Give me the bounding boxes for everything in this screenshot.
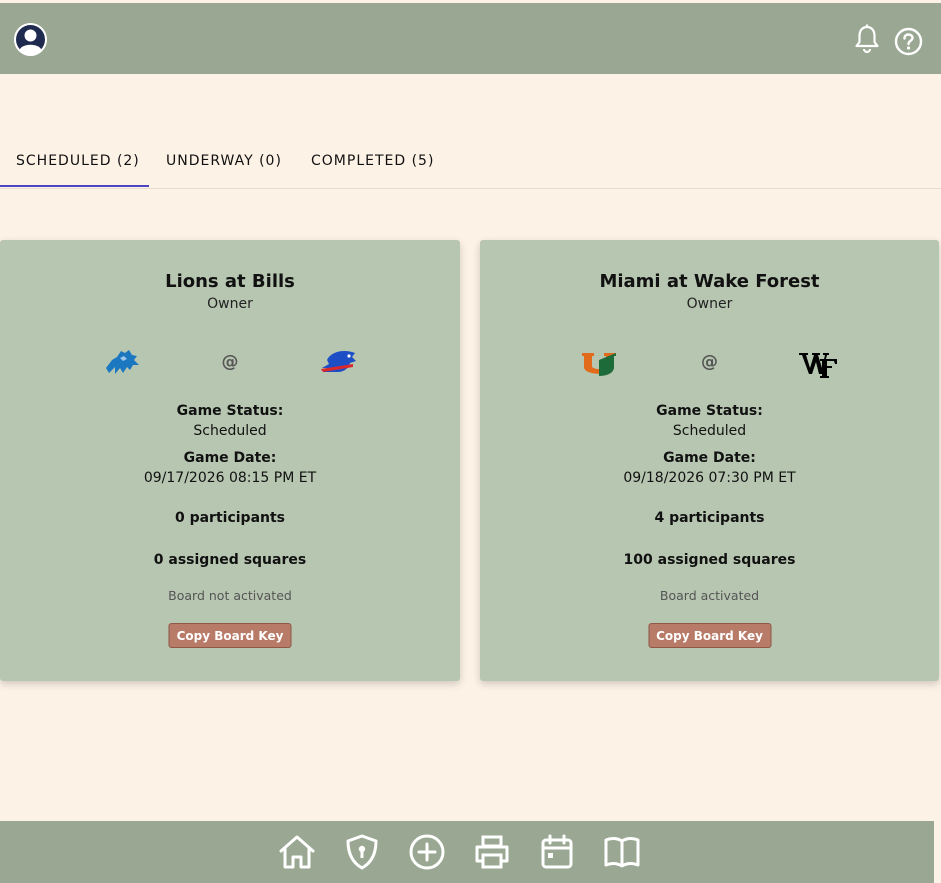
- book-icon[interactable]: [602, 832, 642, 872]
- copy-board-key-button[interactable]: Copy Board Key: [168, 623, 292, 648]
- game-role: Owner: [686, 296, 733, 312]
- copy-board-key-button[interactable]: Copy Board Key: [648, 623, 771, 648]
- game-status-label: Game Status:: [656, 403, 763, 419]
- tab-scheduled[interactable]: SCHEDULED (2): [0, 138, 149, 187]
- game-status-label: Game Status:: [176, 403, 284, 419]
- game-date-label: Game Date:: [663, 450, 756, 466]
- shield-icon[interactable]: [342, 832, 382, 872]
- game-date-label: Game Date:: [183, 450, 277, 466]
- bell-icon[interactable]: [853, 24, 881, 54]
- board-activation-status: Board not activated: [168, 588, 292, 603]
- game-status-value: Scheduled: [193, 423, 267, 439]
- game-card[interactable]: Lions at Bills Owner @ Game Status: Sche…: [0, 240, 460, 681]
- game-title: Miami at Wake Forest: [599, 271, 820, 292]
- participants-count: 0 participants: [174, 510, 286, 526]
- assigned-squares-count: 100 assigned squares: [623, 552, 796, 568]
- game-card[interactable]: Miami at Wake Forest Owner @ Game Status…: [480, 240, 939, 681]
- participants-count: 4 participants: [654, 510, 765, 526]
- game-tabs: SCHEDULED (2) UNDERWAY (0) COMPLETED (5): [0, 138, 941, 189]
- user-avatar-icon[interactable]: [14, 23, 47, 56]
- game-date-value: 09/17/2026 08:15 PM ET: [143, 470, 317, 486]
- tab-completed[interactable]: COMPLETED (5): [311, 138, 434, 187]
- assigned-squares-count: 0 assigned squares: [153, 552, 307, 568]
- tab-underway[interactable]: UNDERWAY (0): [166, 138, 282, 187]
- bottom-nav: [0, 821, 934, 883]
- wake-forest-logo-icon: [799, 353, 837, 378]
- game-role: Owner: [207, 296, 253, 312]
- game-title: Lions at Bills: [165, 271, 295, 292]
- home-icon[interactable]: [277, 832, 317, 872]
- print-icon[interactable]: [472, 832, 512, 872]
- top-bar: [0, 3, 941, 74]
- at-symbol: @: [221, 352, 239, 372]
- bills-logo-icon: [321, 351, 356, 372]
- board-activation-status: Board activated: [659, 588, 760, 603]
- add-circle-icon[interactable]: [407, 832, 447, 872]
- at-symbol: @: [701, 352, 718, 372]
- game-date-value: 09/18/2026 07:30 PM ET: [623, 470, 796, 486]
- calendar-icon[interactable]: [537, 832, 577, 872]
- game-status-value: Scheduled: [672, 423, 747, 439]
- question-circle-icon[interactable]: [894, 27, 923, 56]
